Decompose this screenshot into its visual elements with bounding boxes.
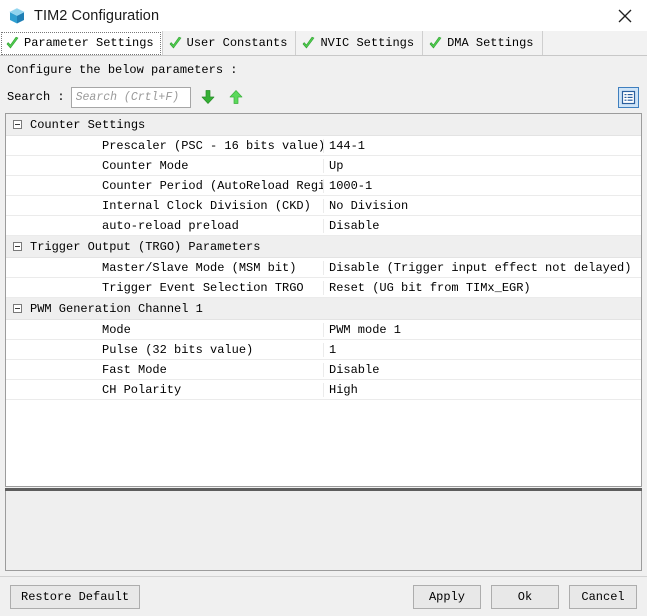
table-row[interactable]: Prescaler (PSC - 16 bits value) 144-1 xyxy=(6,136,641,156)
table-row[interactable]: Internal Clock Division (CKD) No Divisio… xyxy=(6,196,641,216)
parameter-name: Prescaler (PSC - 16 bits value) xyxy=(6,138,324,153)
parameter-name: auto-reload preload xyxy=(6,218,324,233)
collapse-icon[interactable] xyxy=(13,242,22,251)
tab-dma-settings[interactable]: DMA Settings xyxy=(423,31,543,55)
parameter-value[interactable]: 144-1 xyxy=(324,139,641,153)
cube-icon xyxy=(8,7,26,25)
tab-parameter-settings[interactable]: Parameter Settings xyxy=(0,31,163,55)
parameter-name: Mode xyxy=(6,322,324,337)
table-row[interactable]: Master/Slave Mode (MSM bit) Disable (Tri… xyxy=(6,258,641,278)
parameter-name: CH Polarity xyxy=(6,382,324,397)
green-check-icon xyxy=(5,36,20,51)
parameter-value[interactable]: Reset (UG bit from TIMx_EGR) xyxy=(324,281,641,295)
tab-label: Parameter Settings xyxy=(24,36,154,50)
table-row[interactable]: Trigger Event Selection TRGO Reset (UG b… xyxy=(6,278,641,298)
tab-user-constants[interactable]: User Constants xyxy=(162,31,297,55)
parameter-value[interactable]: High xyxy=(324,383,641,397)
tab-nvic-settings[interactable]: NVIC Settings xyxy=(296,31,424,55)
parameter-value[interactable]: No Division xyxy=(324,199,641,213)
green-check-icon xyxy=(301,36,316,51)
parameter-name: Master/Slave Mode (MSM bit) xyxy=(6,260,324,275)
restore-default-button[interactable]: Restore Default xyxy=(10,584,141,609)
tab-label: DMA Settings xyxy=(447,36,534,50)
arrow-down-icon xyxy=(200,89,216,105)
table-row[interactable]: Counter Period (AutoReload Registe... 10… xyxy=(6,176,641,196)
find-next-button[interactable] xyxy=(197,86,219,108)
apply-button[interactable]: Apply xyxy=(413,584,481,609)
tree-group-label: Counter Settings xyxy=(30,117,146,132)
page-title: TIM2 Configuration xyxy=(34,7,160,24)
list-view-icon xyxy=(621,90,636,105)
table-row[interactable]: Mode PWM mode 1 xyxy=(6,320,641,340)
ok-button[interactable]: Ok xyxy=(491,584,559,609)
parameter-tree-body: Counter Settings Prescaler (PSC - 16 bit… xyxy=(6,114,641,486)
arrow-up-icon xyxy=(228,89,244,105)
parameter-name: Fast Mode xyxy=(6,362,324,377)
tree-group-label: PWM Generation Channel 1 xyxy=(30,301,203,316)
parameter-value[interactable]: Disable (Trigger input effect not delaye… xyxy=(324,261,641,275)
collapse-icon[interactable] xyxy=(13,304,22,313)
tree-group-header[interactable]: Trigger Output (TRGO) Parameters xyxy=(6,236,641,258)
search-row: Search : xyxy=(5,81,642,113)
parameter-name: Counter Period (AutoReload Registe... xyxy=(6,178,324,193)
parameter-value[interactable]: 1000-1 xyxy=(324,179,641,193)
table-row[interactable]: auto-reload preload Disable xyxy=(6,216,641,236)
description-panel xyxy=(5,491,642,571)
parameter-tree: Counter Settings Prescaler (PSC - 16 bit… xyxy=(5,113,642,487)
tree-group-header[interactable]: PWM Generation Channel 1 xyxy=(6,298,641,320)
title-bar: TIM2 Configuration xyxy=(0,0,647,31)
tab-label: NVIC Settings xyxy=(320,36,415,50)
find-previous-button[interactable] xyxy=(225,86,247,108)
dialog-button-bar: Restore Default Apply Ok Cancel xyxy=(0,576,647,616)
table-row[interactable]: Counter Mode Up xyxy=(6,156,641,176)
close-button[interactable] xyxy=(603,0,647,31)
parameter-name: Counter Mode xyxy=(6,158,324,173)
parameter-value[interactable]: 1 xyxy=(324,343,641,357)
table-row[interactable]: CH Polarity High xyxy=(6,380,641,400)
tab-strip: Parameter Settings User Constants NVIC S… xyxy=(0,31,647,56)
table-row[interactable]: Fast Mode Disable xyxy=(6,360,641,380)
search-label: Search : xyxy=(7,90,65,104)
tab-strip-filler xyxy=(542,31,647,55)
tree-group-label: Trigger Output (TRGO) Parameters xyxy=(30,239,261,254)
parameter-name: Internal Clock Division (CKD) xyxy=(6,198,324,213)
green-check-icon xyxy=(168,36,183,51)
parameter-name: Trigger Event Selection TRGO xyxy=(6,280,324,295)
close-icon xyxy=(618,9,632,23)
instruction-text: Configure the below parameters : xyxy=(7,63,238,77)
parameter-value[interactable]: Disable xyxy=(324,363,641,377)
search-input[interactable] xyxy=(70,86,191,108)
green-check-icon xyxy=(428,36,443,51)
dialog-content: Configure the below parameters : Search … xyxy=(0,56,647,576)
parameter-value[interactable]: Disable xyxy=(324,219,641,233)
tim2-configuration-dialog: TIM2 Configuration Parameter Settings Us… xyxy=(0,0,647,616)
tab-label: User Constants xyxy=(186,36,288,50)
table-row[interactable]: Pulse (32 bits value) 1 xyxy=(6,340,641,360)
parameter-name: Pulse (32 bits value) xyxy=(6,342,324,357)
list-view-toggle-button[interactable] xyxy=(618,86,639,108)
collapse-icon[interactable] xyxy=(13,120,22,129)
cancel-button[interactable]: Cancel xyxy=(569,584,637,609)
parameter-value[interactable]: Up xyxy=(324,159,641,173)
parameter-value[interactable]: PWM mode 1 xyxy=(324,323,641,337)
tree-group-header[interactable]: Counter Settings xyxy=(6,114,641,136)
